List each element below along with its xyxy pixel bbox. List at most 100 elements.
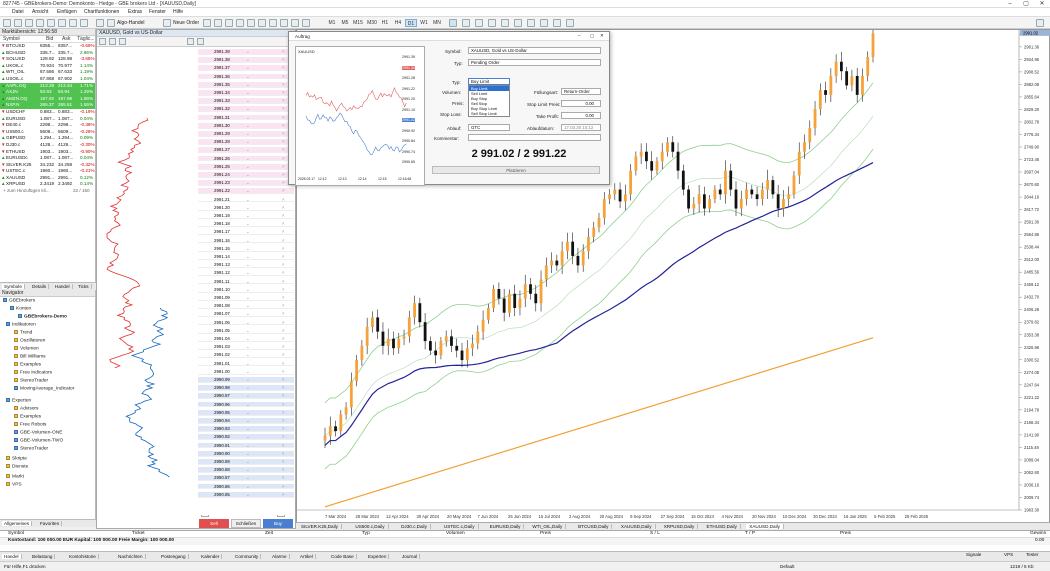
market-watch-row[interactable]: ▲ XRPUSD 2.3419 2.3492 0.14% xyxy=(0,181,95,188)
menu-insert[interactable]: Einfügen xyxy=(57,9,77,15)
market-watch-row[interactable]: ▲ WTI_OIL 67.586 67.633 1.19% xyxy=(0,69,95,76)
chart-tab[interactable]: XAUUSD,Daily xyxy=(618,524,656,529)
chart-tab[interactable]: US500.c,Daily xyxy=(352,524,389,529)
dom-row[interactable]: 2990.97 ⌄ ˄ xyxy=(198,393,294,400)
order-type-select[interactable]: Pending Order xyxy=(468,59,601,66)
dom-row[interactable]: 2990.93 ⌄ ˄ xyxy=(198,426,294,433)
tab-trading[interactable]: Handel xyxy=(53,284,73,289)
vps-label[interactable]: VPS xyxy=(1004,552,1013,557)
chart-tab[interactable]: XRPUSD,Daily xyxy=(661,524,699,529)
dom-row[interactable]: 2991.07 ⌄ ˄ xyxy=(198,311,294,318)
strategy-tester-icon[interactable] xyxy=(69,19,77,27)
col-symbol[interactable]: Symbol xyxy=(3,36,20,43)
bars-icon[interactable] xyxy=(109,38,116,45)
market-watch-row[interactable]: ▼ SILVER.K25 34.232 34.258 -0.32% xyxy=(0,162,95,169)
add-symbol-row[interactable]: + zum Hinzufügen kli... 22 / 150 xyxy=(0,188,95,195)
th-price[interactable]: Preis xyxy=(540,531,551,536)
dom-row[interactable]: 2991.05 ⌄ ˄ xyxy=(198,327,294,334)
stop-limit-input[interactable]: 0.00 xyxy=(561,100,601,107)
navigator-icon[interactable] xyxy=(36,19,44,27)
navigator-item[interactable]: Markt xyxy=(6,474,24,479)
navigator-item[interactable]: Free Robots xyxy=(14,422,46,427)
dom-row[interactable]: 2990.98 ⌄ ˄ xyxy=(198,385,294,392)
dom-row[interactable]: 2991.14 ⌄ ˄ xyxy=(198,254,294,260)
chart-tab[interactable]: WTI_OIL,Daily xyxy=(529,524,567,529)
toolbox-tab[interactable]: Experten xyxy=(366,554,390,559)
tick-chart-icon[interactable] xyxy=(99,38,106,45)
market-watch-row[interactable]: ▼ BTCUSD 8355... 8357... -0.69% xyxy=(0,43,95,50)
market-watch-row[interactable]: ▲ AMZN.OQ 197.92 197.99 1.98% xyxy=(0,95,95,103)
toolbox-tab[interactable]: Kontohistorie xyxy=(67,554,99,559)
menu-tools[interactable]: Extras xyxy=(128,9,142,15)
dom-row[interactable]: 2991.23 ⌄ ˄ xyxy=(198,180,294,187)
dom-row[interactable]: 2991.02 ⌄ ˄ xyxy=(198,352,294,359)
trendline-icon[interactable] xyxy=(501,19,509,27)
crosshair-icon[interactable] xyxy=(462,19,470,27)
market-watch-row[interactable]: ▼ DE40.c 2298... 2298... -0.38% xyxy=(0,122,95,129)
navigator-item[interactable]: Dienste xyxy=(6,464,28,469)
toolbox-tab[interactable]: Code Base xyxy=(329,554,357,559)
navigator-item[interactable]: Advisors xyxy=(14,406,38,411)
close-position-button[interactable]: Schließen xyxy=(231,519,261,528)
dom-row[interactable]: 2991.01 ⌄ ˄ xyxy=(198,360,294,367)
col-daily[interactable]: Täglic... xyxy=(77,36,95,43)
navigator-item[interactable]: Konten xyxy=(10,306,31,311)
th-volume[interactable]: Volumen xyxy=(446,531,465,536)
th-ticket[interactable]: Ticket xyxy=(132,531,145,536)
market-watch-row[interactable]: ▲ UKOIL.c 70.934 70.977 1.14% xyxy=(0,63,95,70)
market-watch-row[interactable]: ▲ AXJN 93.93 93.94 1.29% xyxy=(0,89,95,96)
indicators-icon[interactable] xyxy=(280,19,288,27)
navigator-item[interactable]: Experten xyxy=(6,398,31,403)
dom-row[interactable]: 2991.15 ⌄ ˄ xyxy=(198,245,294,252)
navigator-item[interactable]: MovingAverage_Indicator xyxy=(14,386,74,391)
dom-row[interactable]: 2991.37 ⌄ ˄ xyxy=(198,65,294,72)
th-symbol[interactable]: Symbol xyxy=(8,531,24,536)
dialog-minimize-icon[interactable]: – xyxy=(578,33,581,38)
dom-row[interactable]: 2991.29 ⌄ ˄ xyxy=(198,131,294,137)
market-watch-row[interactable]: ▼ ETHUSD 1903... 1903... -0.90% xyxy=(0,149,95,156)
buy-button[interactable]: Buy xyxy=(263,519,293,528)
editor-icon[interactable] xyxy=(80,19,88,27)
dom-row[interactable]: 2990.85 ⌄ ˄ xyxy=(198,491,294,498)
shapes-icon[interactable] xyxy=(553,19,561,27)
toolbox-tab[interactable]: Alarme xyxy=(270,554,290,559)
symbol-select[interactable]: XAUUSD, Gold vs US-Dollar xyxy=(468,47,601,54)
market-watch-icon[interactable] xyxy=(25,19,33,27)
th-time[interactable]: Zeit xyxy=(265,531,273,536)
dom-row[interactable]: 2991.26 ⌄ ˄ xyxy=(198,155,294,162)
dom-row[interactable]: 2991.18 ⌄ ˄ xyxy=(198,221,294,228)
dialog-close-icon[interactable]: ✕ xyxy=(600,33,604,39)
navigator-item[interactable]: Examples xyxy=(14,414,41,419)
navigator-item[interactable]: StereoTrader xyxy=(14,446,48,451)
dom-row[interactable]: 2991.17 ⌄ ˄ xyxy=(198,229,294,236)
zoom-plus-icon[interactable] xyxy=(187,38,194,45)
chart-tab[interactable]: DJ30.c,Daily xyxy=(398,524,431,529)
zoom-minus-icon[interactable] xyxy=(197,38,204,45)
chart-tab[interactable]: SILVER.K25,Daily xyxy=(298,524,342,529)
th-profit[interactable]: Gewinn xyxy=(1030,531,1046,536)
navigator-item[interactable]: Examples xyxy=(14,362,41,367)
toolbox-tab[interactable]: Journal xyxy=(400,554,421,559)
tf-d1[interactable]: D1 xyxy=(405,19,417,27)
dom-row[interactable]: 2991.20 ⌄ ˄ xyxy=(198,204,294,211)
toolbox-tab[interactable]: Postengang xyxy=(159,554,189,559)
toolbox-tab[interactable]: Nachrichten xyxy=(116,554,146,559)
tf-m1[interactable]: M1 xyxy=(326,19,338,27)
pending-type-select[interactable]: Buy Limit xyxy=(468,78,510,85)
place-order-button[interactable]: Platzieren xyxy=(432,166,600,174)
navigator-item[interactable]: Oszillatoren xyxy=(14,338,45,343)
grid-icon[interactable] xyxy=(247,19,255,27)
tab-details[interactable]: Details xyxy=(30,284,50,289)
th-tp[interactable]: T / P xyxy=(745,531,755,536)
profiles-icon[interactable] xyxy=(14,19,22,27)
tf-m15[interactable]: M15 xyxy=(352,19,364,27)
navigator-item[interactable]: Volumen xyxy=(14,346,39,351)
dom-row[interactable]: 2991.13 ⌄ ˄ xyxy=(198,262,294,269)
minimize-icon[interactable]: – xyxy=(1004,0,1016,8)
chart-tab[interactable]: USTEC.c,Daily xyxy=(441,524,479,529)
tf-h4[interactable]: H4 xyxy=(392,19,404,27)
dom-row[interactable]: 2991.25 ⌄ ˄ xyxy=(198,163,294,170)
navigator-item[interactable]: Skripte xyxy=(6,456,27,461)
tf-h1[interactable]: H1 xyxy=(379,19,391,27)
new-chart-icon[interactable] xyxy=(3,19,11,27)
